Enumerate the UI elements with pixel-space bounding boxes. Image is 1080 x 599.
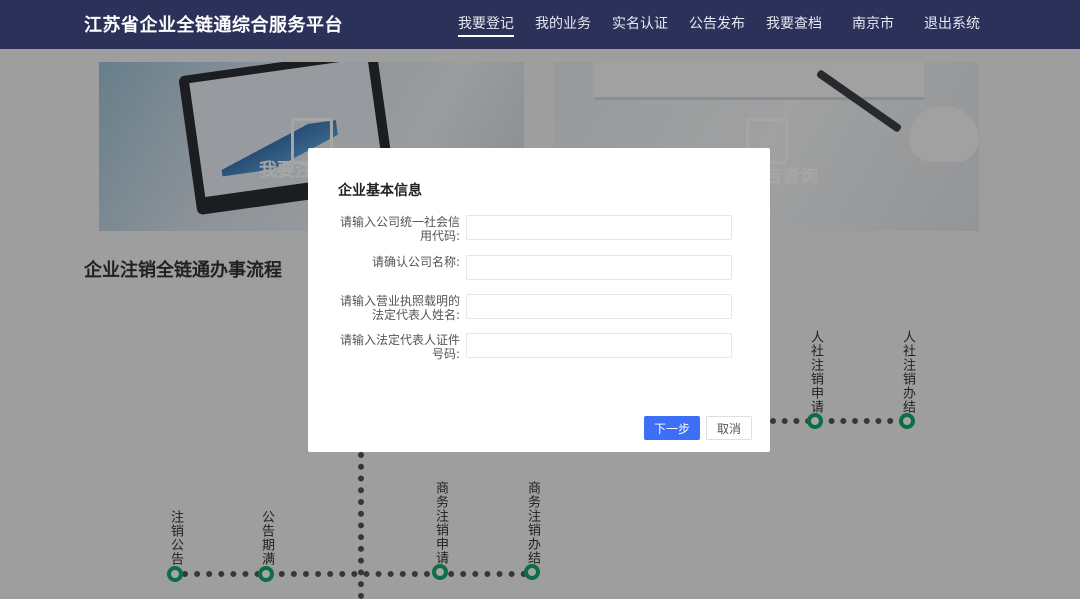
nav-item-register[interactable]: 我要登记 [458, 0, 514, 49]
credit-code-label: 请输入公司统一社会信用代码: [339, 215, 460, 243]
legal-rep-name-label: 请输入营业执照载明的法定代表人姓名: [339, 294, 460, 322]
modal-title: 企业基本信息 [338, 183, 422, 199]
nav-item-archive[interactable]: 我要查档 [766, 0, 822, 49]
nav-item-logout[interactable]: 退出系统 [924, 0, 980, 49]
top-header: 江苏省企业全链通综合服务平台 我要登记 我的业务 实名认证 公告发布 我要查档 … [0, 0, 1080, 49]
main-nav: 我要登记 我的业务 实名认证 公告发布 我要查档 南京市 退出系统 [437, 0, 980, 49]
nav-item-real-name[interactable]: 实名认证 [612, 0, 668, 49]
credit-code-input[interactable] [466, 215, 732, 240]
next-step-button[interactable]: 下一步 [644, 416, 700, 440]
nav-item-announcement[interactable]: 公告发布 [689, 0, 745, 49]
company-name-input[interactable] [466, 255, 732, 280]
legal-rep-id-label: 请输入法定代表人证件号码: [339, 333, 460, 361]
nav-item-city[interactable]: 南京市 [852, 0, 894, 49]
legal-rep-id-input[interactable] [466, 333, 732, 358]
brand-title: 江苏省企业全链通综合服务平台 [84, 15, 343, 36]
legal-rep-name-input[interactable] [466, 294, 732, 319]
nav-item-my-business[interactable]: 我的业务 [535, 0, 591, 49]
company-info-modal: 企业基本信息 请输入公司统一社会信用代码: 请确认公司名称: 请输入营业执照载明… [308, 148, 770, 452]
company-name-label: 请确认公司名称: [371, 255, 460, 269]
cancel-button[interactable]: 取消 [706, 416, 752, 440]
